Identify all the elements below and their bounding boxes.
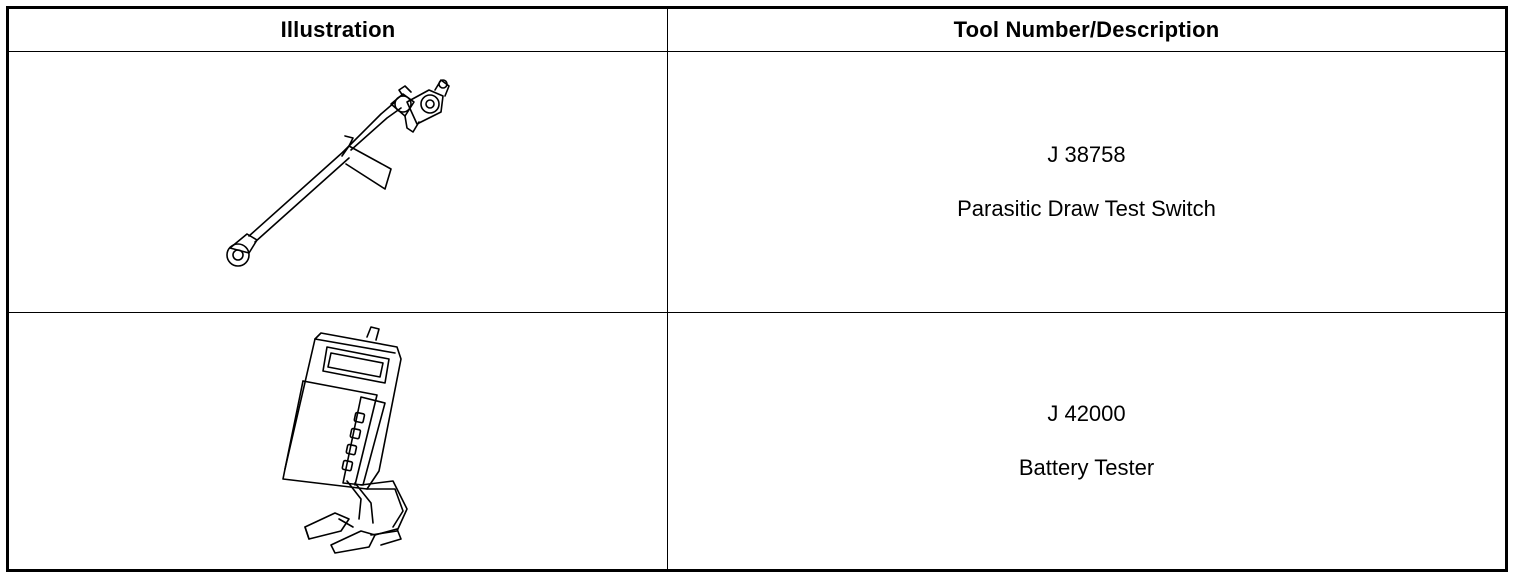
illustration-cell <box>9 313 667 569</box>
header-illustration: Illustration <box>280 17 396 42</box>
table-header-row: Illustration Tool Number/Description <box>9 9 1505 52</box>
tool-description: Parasitic Draw Test Switch <box>957 196 1216 221</box>
table-row: J 42000 Battery Tester <box>9 313 1505 569</box>
tool-table: Illustration Tool Number/Description J 3… <box>6 6 1508 572</box>
illustration-cell <box>9 52 667 312</box>
tool-number: J 38758 <box>1047 142 1126 167</box>
table-row: J 38758 Parasitic Draw Test Switch <box>9 52 1505 313</box>
tool-cell: J 42000 Battery Tester <box>668 313 1505 569</box>
tool-cell: J 38758 Parasitic Draw Test Switch <box>668 52 1505 312</box>
header-tool-number-description: Tool Number/Description <box>953 17 1220 42</box>
tool-number: J 42000 <box>1047 401 1126 426</box>
battery-tester-drawing <box>282 326 408 554</box>
tool-description: Battery Tester <box>1018 455 1155 480</box>
parasitic-draw-test-switch-drawing <box>226 79 450 267</box>
